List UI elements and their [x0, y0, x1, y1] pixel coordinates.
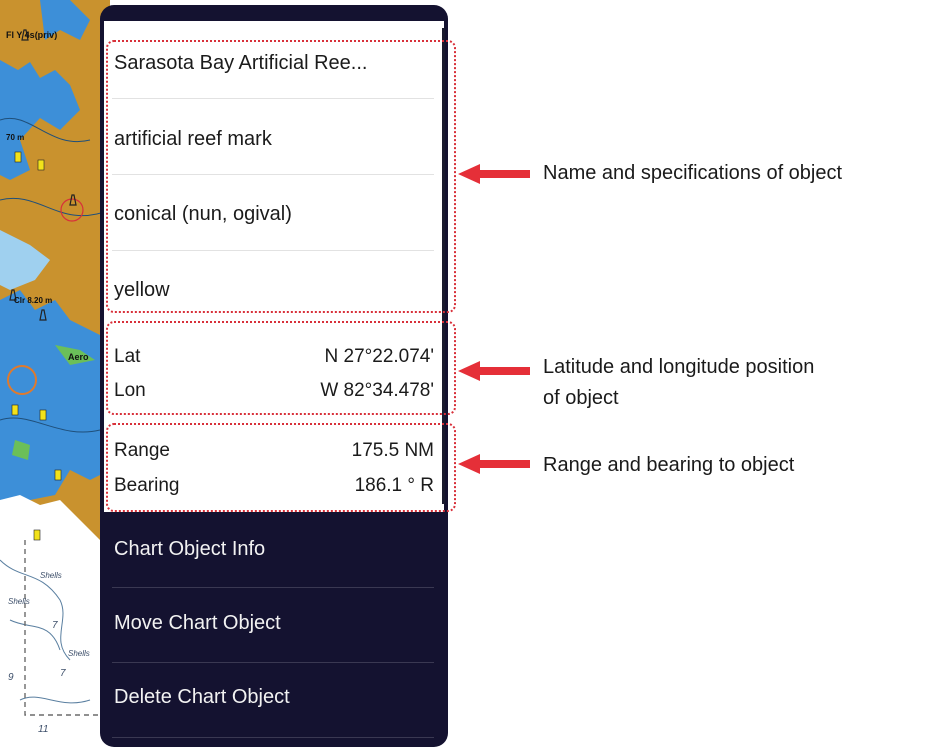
position-highlight [106, 321, 456, 415]
chart-label-light: Fl Y 4s(priv) [6, 30, 57, 40]
nautical-chart[interactable]: Fl Y 4s(priv) 70 m Clr 8.20 m Aero Flo S… [0, 0, 110, 753]
menu-divider [112, 587, 434, 588]
chart-sounding: 11 [38, 724, 48, 735]
name-specs-highlight [106, 40, 456, 313]
chart-sounding: 7 [60, 668, 66, 679]
arrow-left-icon [458, 361, 530, 381]
annotation-name-specs: Name and specifications of object [543, 162, 843, 184]
range-bearing-highlight [106, 423, 456, 512]
chart-object-info-button[interactable]: Chart Object Info [114, 538, 265, 561]
move-chart-object-button[interactable]: Move Chart Object [114, 612, 281, 635]
menu-divider [112, 737, 434, 738]
chart-sounding: 7 [52, 620, 58, 631]
chart-label-shells: Shells [8, 597, 30, 606]
annotation-range-bearing: Range and bearing to object [543, 454, 795, 476]
chart-label-shells: Shells [68, 649, 90, 658]
chart-label-depth: 70 m [6, 133, 24, 142]
chart-label-aero: Aero [68, 352, 89, 362]
annotation-latlon-line2: of object [543, 387, 619, 409]
chart-label-shells: Shells [40, 571, 62, 580]
menu-divider [112, 662, 434, 663]
delete-chart-object-button[interactable]: Delete Chart Object [114, 686, 290, 709]
arrow-left-icon [458, 164, 530, 184]
annotation-latlon-line1: Latitude and longitude position [543, 356, 815, 378]
chart-label-clr: Clr 8.20 m [14, 296, 52, 305]
chart-sounding: 9 [8, 672, 14, 683]
arrow-left-icon [458, 454, 530, 474]
